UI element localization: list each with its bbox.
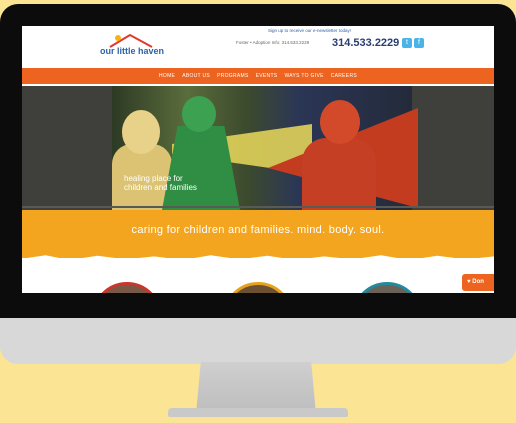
website-screen: our little haven Sign up to receive our … <box>22 26 494 293</box>
monitor-stand <box>196 362 316 414</box>
nav-item-careers[interactable]: CAREERS <box>331 73 357 79</box>
hero-figure-green-head <box>182 96 216 132</box>
hero-figure-red <box>302 138 376 210</box>
tagline-text: caring for children and families. mind. … <box>131 224 385 236</box>
donate-label: Don <box>472 279 484 285</box>
heart-icon: ♥ <box>467 279 471 285</box>
program-circle[interactable] <box>352 282 422 293</box>
nav-item-ways-to-give[interactable]: WAYS TO GIVE <box>284 73 323 79</box>
program-circle[interactable] <box>223 282 293 293</box>
monitor-chin <box>0 318 516 364</box>
hero-figure-yellow-head <box>122 110 160 154</box>
monitor-base <box>168 408 348 417</box>
slider-indicator[interactable] <box>22 206 494 208</box>
logo-text: our little haven <box>100 46 165 56</box>
phone-number[interactable]: 314.533.2229 <box>332 37 399 49</box>
nav-item-events[interactable]: EVENTS <box>256 73 278 79</box>
tagline-banner: caring for children and families. mind. … <box>22 210 494 258</box>
hero-figure-red-head <box>320 100 360 144</box>
header-subline: Foster • Adoption Info: 314.533.2229 <box>236 40 310 45</box>
site-header: our little haven Sign up to receive our … <box>22 26 494 66</box>
nav-item-home[interactable]: HOME <box>159 73 175 79</box>
twitter-icon[interactable]: t <box>402 38 412 48</box>
nav-item-programs[interactable]: PROGRAMS <box>217 73 249 79</box>
hero-caption: healing place for children and families <box>124 174 197 192</box>
site-logo[interactable]: our little haven <box>100 32 165 62</box>
program-circle[interactable] <box>92 282 162 293</box>
nav-item-about-us[interactable]: ABOUT US <box>182 73 210 79</box>
newsletter-link[interactable]: Sign up to receive our e-newsletter toda… <box>268 28 351 33</box>
facebook-icon[interactable]: f <box>414 38 424 48</box>
donate-button[interactable]: ♥ Don <box>462 274 494 291</box>
main-nav: HOME ABOUT US PROGRAMS EVENTS WAYS TO GI… <box>22 68 494 84</box>
hero-slider[interactable]: healing place for children and families <box>22 86 494 210</box>
